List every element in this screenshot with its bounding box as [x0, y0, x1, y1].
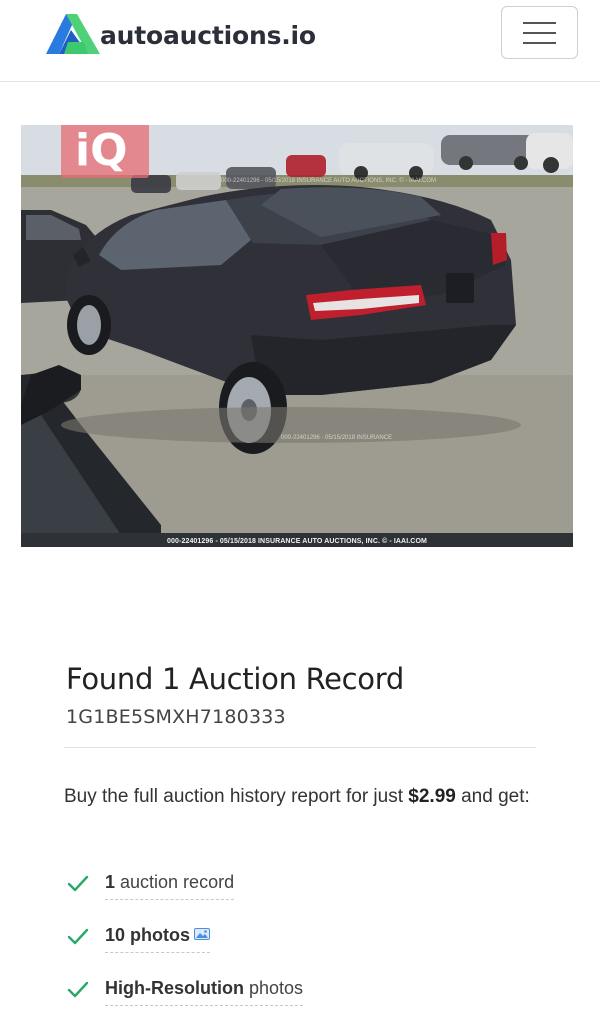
iq-watermark-logo: iQ	[61, 125, 149, 178]
photo-watermark-mid: 000-22401296 - 05/15/2018 INSURANCE	[281, 435, 393, 441]
offer-text-before: Buy the full auction history report for …	[64, 786, 409, 807]
site-header: autoauctions.io	[0, 0, 600, 82]
offer-text-after: and get:	[455, 786, 530, 807]
check-icon	[67, 981, 89, 998]
image-icon	[194, 928, 211, 940]
menu-button[interactable]	[501, 6, 578, 59]
feature-item: 1 auction record	[66, 866, 235, 900]
autoauctions-logo-icon	[46, 14, 100, 54]
offer-text: Buy the full auction history report for …	[64, 784, 534, 810]
feature-text[interactable]: 10 photos	[105, 925, 211, 953]
check-icon	[67, 875, 89, 892]
vehicle-photo[interactable]: iQ 000-22401296 - 05/15/2018 INSURANCE A…	[21, 125, 573, 547]
feature-text[interactable]: High-Resolution photos	[105, 978, 304, 1006]
vehicle-photo-image	[21, 125, 573, 547]
site-logo[interactable]: autoauctions.io	[44, 12, 344, 56]
offer-price: $2.99	[408, 786, 456, 807]
svg-text:iQ: iQ	[75, 125, 128, 176]
vin-number: 1G1BE5SMXH7180333	[66, 706, 286, 728]
check-icon	[67, 928, 89, 945]
feature-item: 10 photos	[66, 919, 211, 953]
feature-item: High-Resolution photos	[66, 972, 304, 1006]
photo-watermark-top: 000-22401296 - 05/15/2018 INSURANCE AUTO…	[221, 178, 437, 184]
logo-text: autoauctions.io	[100, 20, 316, 50]
hamburger-menu-icon	[523, 21, 556, 24]
record-title: Found 1 Auction Record	[66, 662, 404, 696]
divider	[64, 747, 536, 748]
feature-text[interactable]: 1 auction record	[105, 872, 235, 900]
photo-caption: 000-22401296 - 05/15/2018 INSURANCE AUTO…	[167, 538, 427, 545]
